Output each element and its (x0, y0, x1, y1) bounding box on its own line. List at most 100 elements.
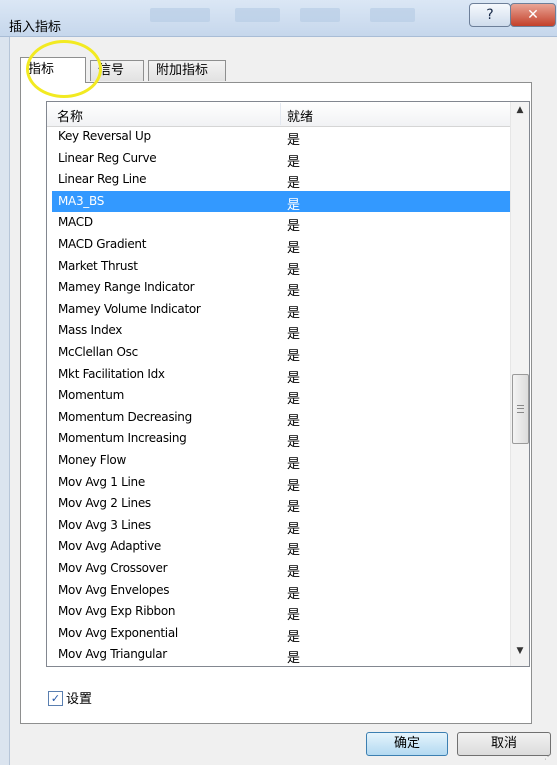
column-divider[interactable] (280, 103, 281, 125)
row-ready: 是 (287, 500, 301, 516)
scroll-down-arrow-icon[interactable]: ▼ (511, 643, 529, 660)
row-ready: 是 (287, 629, 301, 645)
tab-addons[interactable]: 附加指标 (148, 60, 226, 81)
list-row[interactable]: Mov Avg 1 Line 是 (52, 472, 510, 494)
window-title: 插入指标 (9, 20, 62, 35)
row-ready: 是 (287, 608, 301, 624)
list-row[interactable]: McClellan Osc 是 (52, 342, 510, 364)
vertical-scrollbar[interactable]: ▲ ▼ (510, 102, 529, 666)
list-row[interactable]: Mamey Volume Indicator 是 (52, 299, 510, 321)
row-name: Mov Avg Exponential (58, 625, 178, 640)
tab-indicators[interactable]: 指标 (20, 57, 86, 83)
row-name: Mov Avg Exp Ribbon (58, 604, 176, 619)
list-row[interactable]: Momentum 是 (52, 385, 510, 407)
row-ready: 是 (287, 219, 301, 235)
row-name: Money Flow (58, 453, 126, 467)
row-name: Key Reversal Up (58, 129, 151, 143)
row-ready: 是 (287, 586, 301, 602)
list-row[interactable]: Mov Avg Exponential 是 (52, 623, 510, 645)
list-row[interactable]: Mov Avg Triangular 是 (52, 644, 510, 666)
row-name: Linear Reg Curve (58, 150, 157, 165)
row-name: Mov Avg 2 Lines (58, 496, 151, 511)
row-name: Mov Avg Triangular (58, 647, 167, 662)
list-row[interactable]: Mkt Facilitation Idx 是 (52, 364, 510, 386)
row-ready: 是 (287, 241, 301, 256)
list-row[interactable]: Linear Reg Line 是 (52, 169, 510, 191)
row-ready: 是 (287, 370, 301, 386)
row-ready: 是 (287, 457, 301, 472)
help-button[interactable]: ? (469, 3, 511, 27)
row-name: Momentum (58, 388, 124, 403)
row-ready: 是 (287, 133, 301, 148)
row-ready: 是 (287, 565, 301, 580)
settings-checkbox-label[interactable]: 设置 (66, 688, 92, 707)
row-ready: 是 (287, 327, 301, 343)
list-row[interactable]: Linear Reg Curve 是 (52, 148, 510, 170)
row-name: Mamey Volume Indicator (58, 301, 201, 316)
list-row[interactable]: Mov Avg 3 Lines 是 (52, 515, 510, 537)
row-ready: 是 (287, 413, 301, 429)
tab-signals[interactable]: 信号 (90, 60, 144, 81)
scroll-thumb[interactable] (512, 374, 529, 444)
list-row[interactable]: MACD Gradient 是 (52, 234, 510, 256)
list-row[interactable]: Mass Index 是 (52, 320, 510, 342)
list-row[interactable]: Money Flow 是 (52, 450, 510, 472)
close-button[interactable]: ✕ (510, 3, 556, 27)
indicator-list[interactable]: 名称 就绪 Key Reversal Up 是 Linear Reg Curve 是… (46, 101, 530, 667)
list-row[interactable]: Mov Avg Exp Ribbon 是 (52, 601, 510, 623)
row-ready: 是 (287, 521, 301, 537)
row-name: MACD (58, 215, 93, 230)
close-icon: ✕ (527, 7, 539, 23)
resize-grip-icon[interactable]: ⋰ (544, 752, 554, 762)
row-name: MA3_BS (58, 193, 105, 208)
list-row[interactable]: Mov Avg Envelopes 是 (52, 580, 510, 602)
row-name: Mov Avg Crossover (58, 561, 168, 575)
row-ready: 是 (287, 154, 301, 170)
tab-label: 指标 (28, 62, 55, 77)
row-ready: 是 (287, 284, 301, 300)
list-row[interactable]: Key Reversal Up 是 (52, 126, 510, 148)
list-row[interactable]: MACD 是 (52, 212, 510, 234)
background-blur (150, 8, 210, 22)
row-name: Mov Avg Adaptive (58, 539, 161, 554)
background-blur (235, 8, 280, 22)
row-name: McClellan Osc (58, 345, 138, 359)
tab-label: 附加指标 (156, 63, 209, 78)
cancel-button[interactable]: 取消 (457, 732, 551, 756)
row-ready: 是 (287, 392, 301, 408)
scroll-up-arrow-icon[interactable]: ▲ (511, 102, 529, 119)
row-name: Momentum Decreasing (58, 409, 192, 424)
list-row[interactable]: Momentum Decreasing 是 (52, 407, 510, 429)
list-row[interactable]: Momentum Increasing 是 (52, 428, 510, 450)
list-row[interactable]: Mamey Range Indicator 是 (52, 277, 510, 299)
tab-label: 信号 (98, 63, 125, 78)
settings-checkbox[interactable]: ✓ (48, 691, 63, 706)
row-name: Mamey Range Indicator (58, 280, 195, 295)
list-row[interactable]: Mov Avg Adaptive 是 (52, 536, 510, 558)
list-row[interactable]: Mov Avg 2 Lines 是 (52, 493, 510, 515)
background-blur (300, 8, 340, 22)
help-icon: ? (486, 7, 494, 23)
row-ready: 是 (287, 651, 301, 667)
row-ready: 是 (287, 543, 301, 559)
row-ready: 是 (287, 478, 301, 494)
row-ready: 是 (287, 349, 301, 364)
row-name: Linear Reg Line (58, 172, 147, 187)
column-header-ready[interactable]: 就绪 (287, 106, 313, 125)
row-name: MACD Gradient (58, 237, 147, 251)
list-row-selected[interactable]: MA3_BS 是 (52, 190, 510, 213)
row-name: Momentum Increasing (58, 431, 187, 446)
list-row[interactable]: Mov Avg Crossover 是 (52, 558, 510, 580)
background-blur (370, 8, 415, 22)
row-name: Mov Avg 1 Line (58, 474, 145, 489)
grip-icon (517, 405, 524, 413)
column-header-name[interactable]: 名称 (57, 106, 83, 125)
list-row[interactable]: Market Thrust 是 (52, 256, 510, 278)
ok-button[interactable]: 确定 (366, 732, 448, 756)
row-ready: 是 (287, 435, 301, 451)
list-header: 名称 就绪 (47, 102, 510, 127)
row-name: Mov Avg Envelopes (58, 582, 170, 597)
row-ready: 是 (287, 176, 301, 192)
row-name: Mass Index (58, 323, 123, 338)
row-ready: 是 (287, 262, 301, 278)
